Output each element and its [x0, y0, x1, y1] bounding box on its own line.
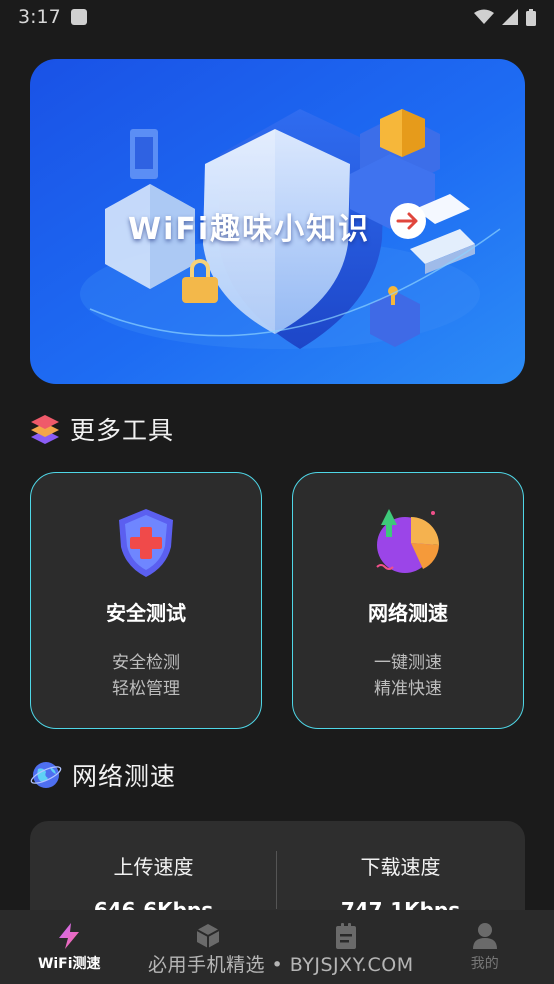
lightning-icon: [59, 923, 80, 949]
globe-icon: [30, 762, 62, 788]
clipboard-icon: [336, 923, 357, 949]
watermark: 必用手机精选 • BYJSJXY.COM: [148, 954, 414, 976]
card-title: 网络测速: [368, 601, 448, 625]
card-desc-line: 一键测速: [374, 653, 442, 673]
tools-section-header: 更多工具: [30, 411, 174, 447]
card-desc-line: 轻松管理: [112, 679, 180, 699]
tools-section-title: 更多工具: [70, 416, 175, 445]
tab-profile[interactable]: 我的: [416, 910, 554, 984]
notification-icon: [70, 9, 87, 25]
banner-title: WiFi趣味小知识: [128, 212, 371, 247]
security-test-card[interactable]: 安全测试 安全检测 轻松管理: [30, 472, 262, 729]
tab-wifi-speed[interactable]: WiFi测速: [0, 910, 139, 984]
speed-section-title: 网络测速: [72, 762, 177, 791]
knowledge-banner[interactable]: WiFi趣味小知识: [30, 59, 525, 384]
card-desc-line: 精准快速: [374, 679, 442, 699]
card-description: 一键测速 精准快速: [374, 650, 442, 702]
person-icon: [472, 923, 497, 949]
speed-section-header: 网络测速: [30, 757, 176, 793]
card-title: 安全测试: [106, 601, 186, 625]
wifi-icon: [474, 9, 494, 24]
status-time: 3:17: [18, 6, 61, 28]
layers-icon: [31, 415, 59, 444]
pie-chart-icon: [376, 509, 439, 573]
card-description: 安全检测 轻松管理: [112, 650, 180, 702]
signal-icon: [502, 9, 518, 25]
network-speed-card[interactable]: 网络测速 一键测速 精准快速: [292, 472, 524, 729]
status-bar: 3:17: [0, 0, 554, 34]
tab-label: 我的: [470, 956, 499, 972]
upload-speed-label: 上传速度: [113, 855, 194, 879]
cube-icon: [196, 924, 220, 948]
shield-plus-icon: [119, 509, 173, 577]
card-desc-line: 安全检测: [112, 653, 180, 673]
status-icons: [474, 8, 536, 26]
download-speed-label: 下载速度: [360, 855, 441, 879]
battery-icon: [526, 8, 536, 26]
tab-label: WiFi测速: [37, 956, 101, 972]
